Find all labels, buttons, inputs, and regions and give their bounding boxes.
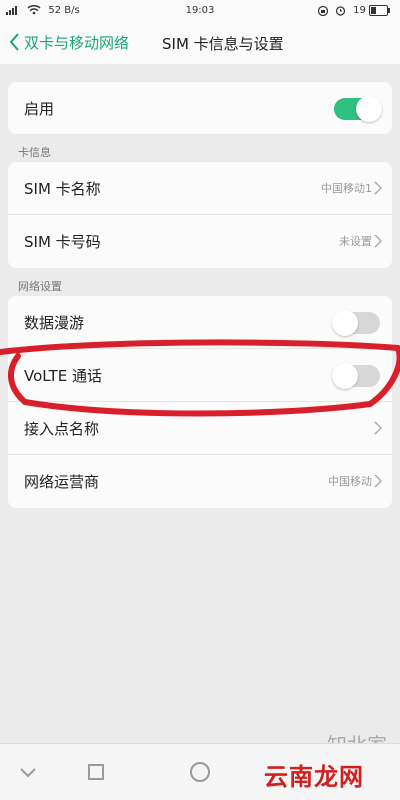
toggle-knob [332, 310, 358, 336]
sim-card-name-row[interactable]: SIM 卡名称 中国移动1 [8, 162, 392, 215]
status-right: 19 [317, 4, 394, 18]
volte-call-label: VoLTE 通话 [24, 367, 102, 385]
enable-toggle[interactable] [334, 96, 382, 122]
lock-icon [317, 5, 328, 16]
data-roaming-label: 数据漫游 [24, 314, 85, 332]
bottom-navigation-bar: 云南龙网 [0, 743, 400, 800]
data-roaming-row[interactable]: 数据漫游 [8, 296, 392, 349]
sim-card-name-label: SIM 卡名称 [24, 180, 101, 198]
chevron-right-icon [374, 233, 382, 248]
back-button-label: 双卡与移动网络 [24, 33, 130, 52]
network-settings-card: 数据漫游 VoLTE 通话 接入点名称 网络运营商 中国移动 [8, 296, 392, 508]
volte-call-row[interactable]: VoLTE 通话 [8, 349, 392, 402]
network-operator-value: 中国移动 [328, 475, 372, 488]
status-bar: 52 B/s 19:03 19 [0, 0, 400, 22]
chevron-right-icon [374, 473, 382, 488]
sim-card-number-row[interactable]: SIM 卡号码 未设置 [8, 215, 392, 268]
toggle-knob [332, 363, 358, 389]
battery-percentage: 19 [353, 5, 366, 16]
volte-call-toggle[interactable] [332, 363, 380, 389]
enable-row[interactable]: 启用 [8, 82, 392, 134]
data-roaming-toggle[interactable] [332, 310, 380, 336]
navigation-header: 双卡与移动网络 SIM 卡信息与设置 [0, 22, 400, 64]
circle-icon[interactable] [188, 760, 212, 784]
page-title: SIM 卡信息与设置 [162, 35, 284, 53]
back-button[interactable]: 双卡与移动网络 [8, 28, 129, 56]
chevron-right-icon [374, 420, 382, 435]
enable-card: 启用 [8, 82, 392, 134]
sim-card-name-value: 中国移动1 [321, 182, 372, 195]
sim-card-number-label: SIM 卡号码 [24, 233, 101, 251]
watermark-yunnanlongwang: 云南龙网 [264, 763, 364, 791]
network-operator-label: 网络运营商 [24, 473, 100, 491]
alarm-icon [335, 5, 346, 16]
card-info-section-header: 卡信息 [18, 146, 51, 159]
chevron-left-icon [8, 31, 22, 53]
network-settings-section-header: 网络设置 [18, 280, 62, 293]
chevron-down-icon[interactable] [16, 760, 40, 784]
battery-icon [369, 4, 390, 16]
access-point-name-row[interactable]: 接入点名称 [8, 402, 392, 455]
card-info-card: SIM 卡名称 中国移动1 SIM 卡号码 未设置 [8, 162, 392, 268]
enable-label: 启用 [24, 100, 55, 118]
sim-card-number-value: 未设置 [339, 235, 372, 248]
chevron-right-icon [374, 180, 382, 195]
access-point-name-label: 接入点名称 [24, 420, 100, 438]
network-operator-row[interactable]: 网络运营商 中国移动 [8, 455, 392, 508]
square-icon[interactable] [84, 760, 108, 784]
toggle-knob [356, 96, 382, 122]
phone-screen: 52 B/s 19:03 19 双卡与移动网络 SIM 卡信息与设置 启用 卡信… [0, 0, 400, 800]
